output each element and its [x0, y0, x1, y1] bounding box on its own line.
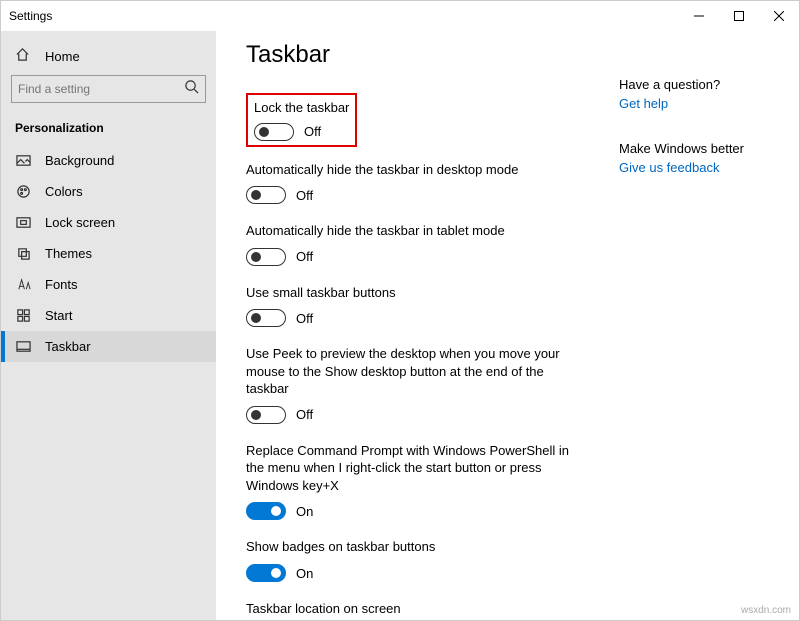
peek-state: Off	[296, 407, 313, 422]
home-icon	[15, 47, 31, 65]
question-header: Have a question?	[619, 77, 779, 92]
autohide-desktop-label: Automatically hide the taskbar in deskto…	[246, 161, 586, 179]
sidebar-item-lockscreen[interactable]: Lock screen	[1, 207, 216, 238]
autohide-desktop-state: Off	[296, 188, 313, 203]
powershell-label: Replace Command Prompt with Windows Powe…	[246, 442, 586, 495]
home-nav[interactable]: Home	[1, 41, 216, 75]
nav-label: Fonts	[45, 277, 78, 292]
picture-icon	[15, 153, 31, 168]
taskbar-icon	[15, 339, 31, 354]
nav-label: Background	[45, 153, 114, 168]
autohide-desktop-toggle[interactable]	[246, 186, 286, 204]
powershell-state: On	[296, 504, 313, 519]
watermark: wsxdn.com	[741, 605, 791, 616]
highlight-box: Lock the taskbar Off	[246, 93, 357, 147]
lock-taskbar-toggle[interactable]	[254, 123, 294, 141]
sidebar-item-fonts[interactable]: Fonts	[1, 269, 216, 300]
lockscreen-icon	[15, 215, 31, 230]
sidebar-item-start[interactable]: Start	[1, 300, 216, 331]
get-help-link[interactable]: Get help	[619, 96, 779, 111]
start-icon	[15, 308, 31, 323]
window-title: Settings	[9, 9, 52, 23]
small-buttons-label: Use small taskbar buttons	[246, 284, 586, 302]
right-column: Have a question? Get help Make Windows b…	[619, 41, 779, 600]
fonts-icon	[15, 277, 31, 292]
autohide-tablet-toggle[interactable]	[246, 248, 286, 266]
peek-label: Use Peek to preview the desktop when you…	[246, 345, 586, 398]
palette-icon	[15, 184, 31, 199]
small-buttons-state: Off	[296, 311, 313, 326]
minimize-button[interactable]	[679, 1, 719, 31]
lock-taskbar-state: Off	[304, 124, 321, 139]
search-icon	[184, 79, 199, 99]
give-feedback-link[interactable]: Give us feedback	[619, 160, 779, 175]
home-label: Home	[45, 49, 80, 64]
badges-label: Show badges on taskbar buttons	[246, 538, 586, 556]
sidebar-item-themes[interactable]: Themes	[1, 238, 216, 269]
search-field[interactable]	[18, 82, 184, 96]
nav-label: Taskbar	[45, 339, 91, 354]
badges-toggle[interactable]	[246, 564, 286, 582]
peek-toggle[interactable]	[246, 406, 286, 424]
close-button[interactable]	[759, 1, 799, 31]
sidebar: Home Personalization Background Colors L…	[1, 31, 216, 620]
titlebar: Settings	[1, 1, 799, 31]
nav-label: Lock screen	[45, 215, 115, 230]
autohide-tablet-state: Off	[296, 249, 313, 264]
search-input[interactable]	[11, 75, 206, 103]
themes-icon	[15, 246, 31, 261]
sidebar-item-taskbar[interactable]: Taskbar	[1, 331, 216, 362]
badges-state: On	[296, 566, 313, 581]
small-buttons-toggle[interactable]	[246, 309, 286, 327]
autohide-tablet-label: Automatically hide the taskbar in tablet…	[246, 222, 586, 240]
maximize-button[interactable]	[719, 1, 759, 31]
content: Taskbar Lock the taskbar Off Automatical…	[246, 41, 586, 600]
sidebar-item-colors[interactable]: Colors	[1, 176, 216, 207]
powershell-toggle[interactable]	[246, 502, 286, 520]
sidebar-item-background[interactable]: Background	[1, 145, 216, 176]
nav-label: Colors	[45, 184, 83, 199]
lock-taskbar-label: Lock the taskbar	[254, 99, 349, 117]
feedback-header: Make Windows better	[619, 141, 779, 156]
section-header: Personalization	[1, 117, 216, 145]
page-title: Taskbar	[246, 41, 586, 69]
location-label: Taskbar location on screen	[246, 600, 586, 618]
nav-label: Start	[45, 308, 72, 323]
nav-label: Themes	[45, 246, 92, 261]
